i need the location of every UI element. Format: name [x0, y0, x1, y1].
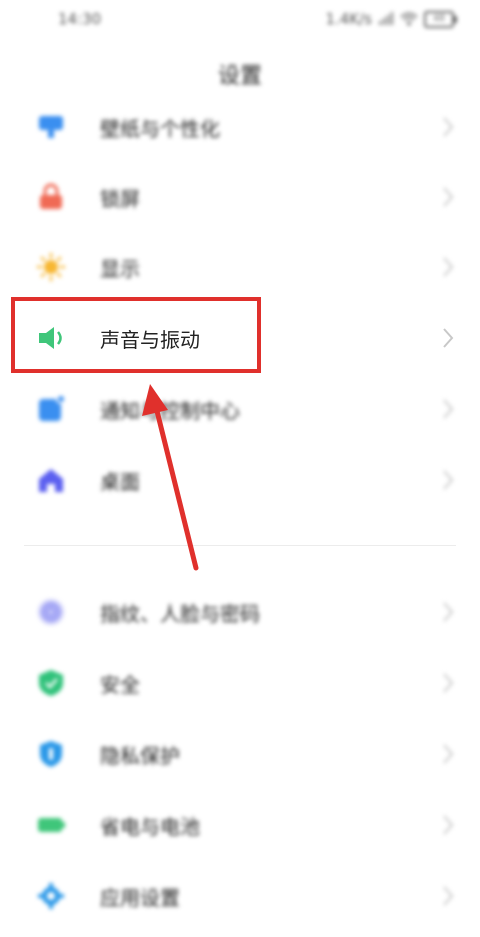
settings-item-battery[interactable]: 省电与电池 [0, 790, 480, 860]
settings-item-label: 隐私保护 [100, 744, 180, 768]
signal-icon [379, 12, 393, 25]
settings-item-lockscreen[interactable]: 锁屏 [0, 162, 480, 232]
battery-indicator: 48 [424, 10, 457, 28]
page-title: 设置 [217, 64, 262, 89]
shield-icon [39, 670, 63, 696]
status-time: 14:30 [58, 10, 102, 28]
chevron-right-icon [443, 886, 454, 906]
settings-item-wallpaper[interactable]: 壁纸与个性化 [0, 92, 480, 162]
privacy-icon [40, 741, 62, 767]
group-divider [24, 545, 456, 546]
settings-item-label: 省电与电池 [100, 815, 200, 839]
chevron-right-icon [443, 470, 454, 490]
notification-icon [39, 394, 66, 421]
home-icon [39, 469, 63, 492]
settings-item-label: 壁纸与个性化 [100, 117, 220, 141]
settings-item-desktop[interactable]: 桌面 [0, 445, 480, 515]
settings-item-label: 应用设置 [100, 886, 180, 910]
settings-item-display[interactable]: 显示 [0, 232, 480, 302]
status-indicators: 1.4K/s 48 [325, 10, 457, 28]
settings-item-label: 通知与控制中心 [100, 399, 240, 423]
chevron-right-icon [443, 328, 454, 348]
settings-item-label: 桌面 [100, 470, 140, 494]
sun-icon [36, 252, 66, 282]
chevron-right-icon [443, 602, 454, 622]
battery-icon [38, 818, 65, 832]
highlight-box [11, 297, 261, 373]
gear-icon [38, 883, 64, 909]
settings-item-label: 安全 [100, 673, 140, 697]
settings-item-label: 显示 [100, 257, 140, 281]
settings-item-fingerprint[interactable]: 指纹、人脸与密码 [0, 577, 480, 647]
settings-item-app-settings[interactable]: 应用设置 [0, 861, 480, 931]
settings-item-label: 指纹、人脸与密码 [100, 602, 260, 626]
lock-icon [40, 183, 62, 209]
settings-item-notifications[interactable]: 通知与控制中心 [0, 374, 480, 444]
fingerprint-icon [38, 599, 64, 625]
chevron-right-icon [443, 399, 454, 419]
chevron-right-icon [443, 673, 454, 693]
chevron-right-icon [443, 187, 454, 207]
wallpaper-icon [39, 116, 63, 138]
wifi-icon [400, 12, 418, 26]
status-bar: 14:30 1.4K/s 48 [0, 0, 480, 40]
settings-item-privacy[interactable]: 隐私保护 [0, 719, 480, 789]
chevron-right-icon [443, 257, 454, 277]
chevron-right-icon [443, 744, 454, 764]
chevron-right-icon [443, 117, 454, 137]
settings-item-security[interactable]: 安全 [0, 648, 480, 718]
chevron-right-icon [443, 815, 454, 835]
network-speed: 1.4K/s [325, 10, 372, 28]
settings-item-label: 锁屏 [100, 187, 140, 211]
